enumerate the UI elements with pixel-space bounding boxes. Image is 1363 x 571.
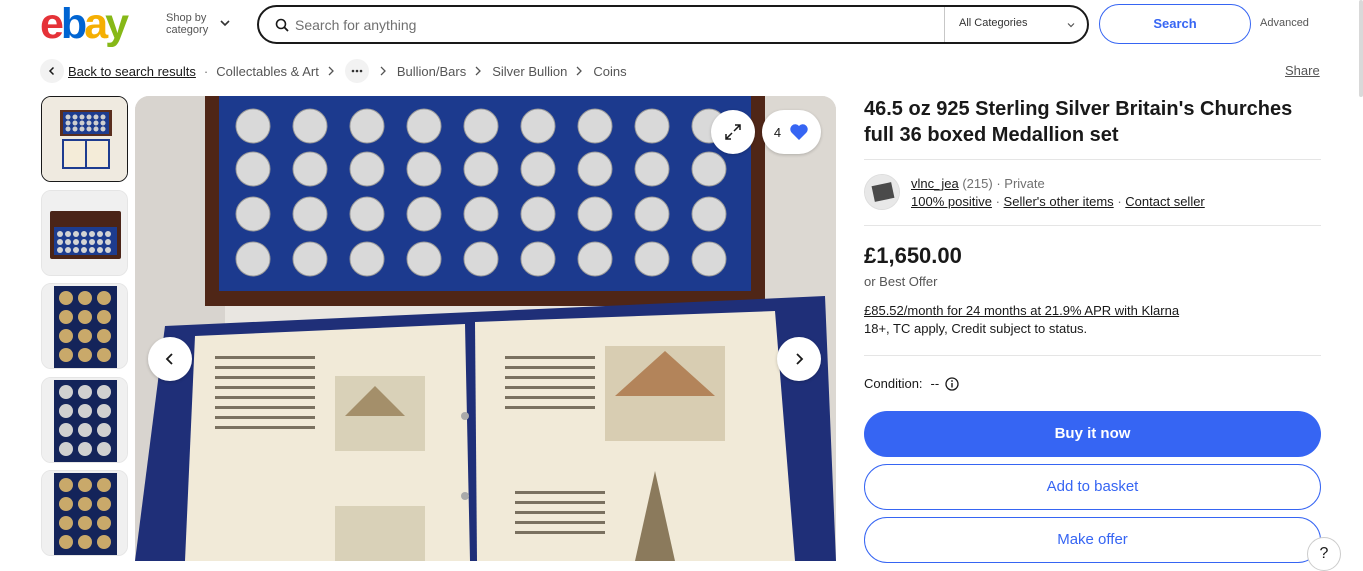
- breadcrumb-item-collectables[interactable]: Collectables & Art: [216, 64, 319, 79]
- contact-seller-link[interactable]: Contact seller: [1125, 194, 1204, 209]
- thumbnail-image: [42, 284, 127, 368]
- thumbnail-5[interactable]: [41, 470, 128, 556]
- thumbnail-image: [42, 471, 127, 555]
- chevron-down-icon: [1067, 23, 1075, 28]
- thumbnail-4[interactable]: [41, 377, 128, 463]
- help-button[interactable]: ?: [1307, 537, 1341, 571]
- search-icon: [275, 18, 289, 32]
- chevron-right-icon: [475, 66, 482, 76]
- chevron-right-icon: [328, 66, 334, 76]
- separator-dot: ·: [995, 194, 1000, 209]
- next-image-button[interactable]: [777, 337, 821, 381]
- seller-info: vlnc_jea (215) · Private: [911, 176, 1045, 191]
- chevron-left-icon: [165, 353, 173, 365]
- advanced-search-link[interactable]: Advanced: [1260, 17, 1309, 29]
- search-button[interactable]: Search: [1099, 4, 1251, 44]
- category-select[interactable]: All Categories: [959, 17, 1027, 29]
- seller-other-items-link[interactable]: Seller's other items: [1004, 194, 1114, 209]
- best-offer-text: or Best Offer: [864, 274, 938, 289]
- scrollbar[interactable]: [1359, 0, 1363, 97]
- divider: [944, 7, 945, 42]
- info-icon[interactable]: [945, 376, 959, 391]
- separator-dot: ·: [996, 176, 1001, 191]
- seller-name-link[interactable]: vlnc_jea: [911, 176, 959, 191]
- condition-value: --: [930, 376, 940, 391]
- expand-icon: [725, 124, 741, 140]
- thumbnail-image: [42, 378, 127, 462]
- product-photo: [135, 96, 836, 561]
- watch-button[interactable]: 4: [762, 110, 821, 154]
- header: ebay Shop by category All Categories Sea…: [0, 0, 1363, 50]
- klarna-financing-link[interactable]: £85.52/month for 24 months at 21.9% APR …: [864, 303, 1179, 318]
- buy-it-now-button[interactable]: Buy it now: [864, 411, 1321, 457]
- chevron-right-icon: [576, 66, 583, 76]
- price: £1,650.00: [864, 243, 962, 268]
- main-product-image[interactable]: [135, 96, 836, 561]
- seller-links: 100% positive · Seller's other items · C…: [911, 194, 1205, 209]
- listing-title: 46.5 oz 925 Sterling Silver Britain's Ch…: [864, 98, 1293, 146]
- seller-positive-link[interactable]: 100% positive: [911, 194, 992, 209]
- divider: [864, 159, 1321, 160]
- chevron-down-icon[interactable]: [219, 17, 231, 29]
- ebay-logo[interactable]: ebay: [40, 3, 148, 47]
- help-icon: ?: [1319, 545, 1329, 562]
- add-to-basket-button[interactable]: Add to basket: [864, 464, 1321, 510]
- separator-dot: ·: [1117, 194, 1122, 209]
- search-input[interactable]: [295, 10, 935, 39]
- chevron-right-icon: [796, 353, 804, 365]
- expand-image-button[interactable]: [711, 110, 755, 154]
- watch-count: 4: [773, 124, 782, 140]
- divider: [864, 225, 1321, 226]
- breadcrumb-more-button[interactable]: [344, 59, 369, 83]
- previous-image-button[interactable]: [148, 337, 192, 381]
- separator-dot: ·: [203, 63, 209, 79]
- seller-avatar[interactable]: [864, 174, 900, 210]
- back-to-search-link[interactable]: Back to search results: [68, 64, 196, 79]
- category-label: category: [166, 24, 209, 36]
- shop-by-category[interactable]: Shop by category: [166, 12, 208, 36]
- breadcrumb-item-coins[interactable]: Coins: [593, 64, 626, 79]
- breadcrumb-item-silver-bullion[interactable]: Silver Bullion: [492, 64, 567, 79]
- share-link[interactable]: Share: [1285, 63, 1320, 78]
- thumbnail-2[interactable]: [41, 190, 128, 276]
- svg-text:ebay: ebay: [40, 3, 129, 47]
- thumbnail-image: [42, 97, 127, 181]
- condition-row: Condition: --: [864, 376, 959, 391]
- search-bar: All Categories: [257, 5, 1089, 44]
- chevron-left-icon: [48, 66, 55, 76]
- breadcrumb-item-bullion-bars[interactable]: Bullion/Bars: [397, 64, 466, 79]
- back-button[interactable]: [40, 59, 64, 83]
- shop-by-label: Shop by: [166, 12, 207, 24]
- condition-label: Condition:: [864, 376, 923, 391]
- make-offer-button[interactable]: Make offer: [864, 517, 1321, 563]
- thumbnail-3[interactable]: [41, 283, 128, 369]
- more-dots-icon: [351, 69, 363, 73]
- heart-icon: [790, 124, 808, 140]
- thumbnail-image: [42, 191, 127, 275]
- avatar-image: [865, 175, 899, 209]
- divider: [864, 355, 1321, 356]
- thumbnail-1[interactable]: [41, 96, 128, 182]
- chevron-right-icon: [380, 66, 386, 76]
- seller-feedback-count: (215): [962, 176, 993, 191]
- seller-type: Private: [1004, 176, 1045, 191]
- breadcrumb: Back to search results · Collectables & …: [40, 58, 627, 84]
- klarna-terms: 18+, TC apply, Credit subject to status.: [864, 321, 1088, 336]
